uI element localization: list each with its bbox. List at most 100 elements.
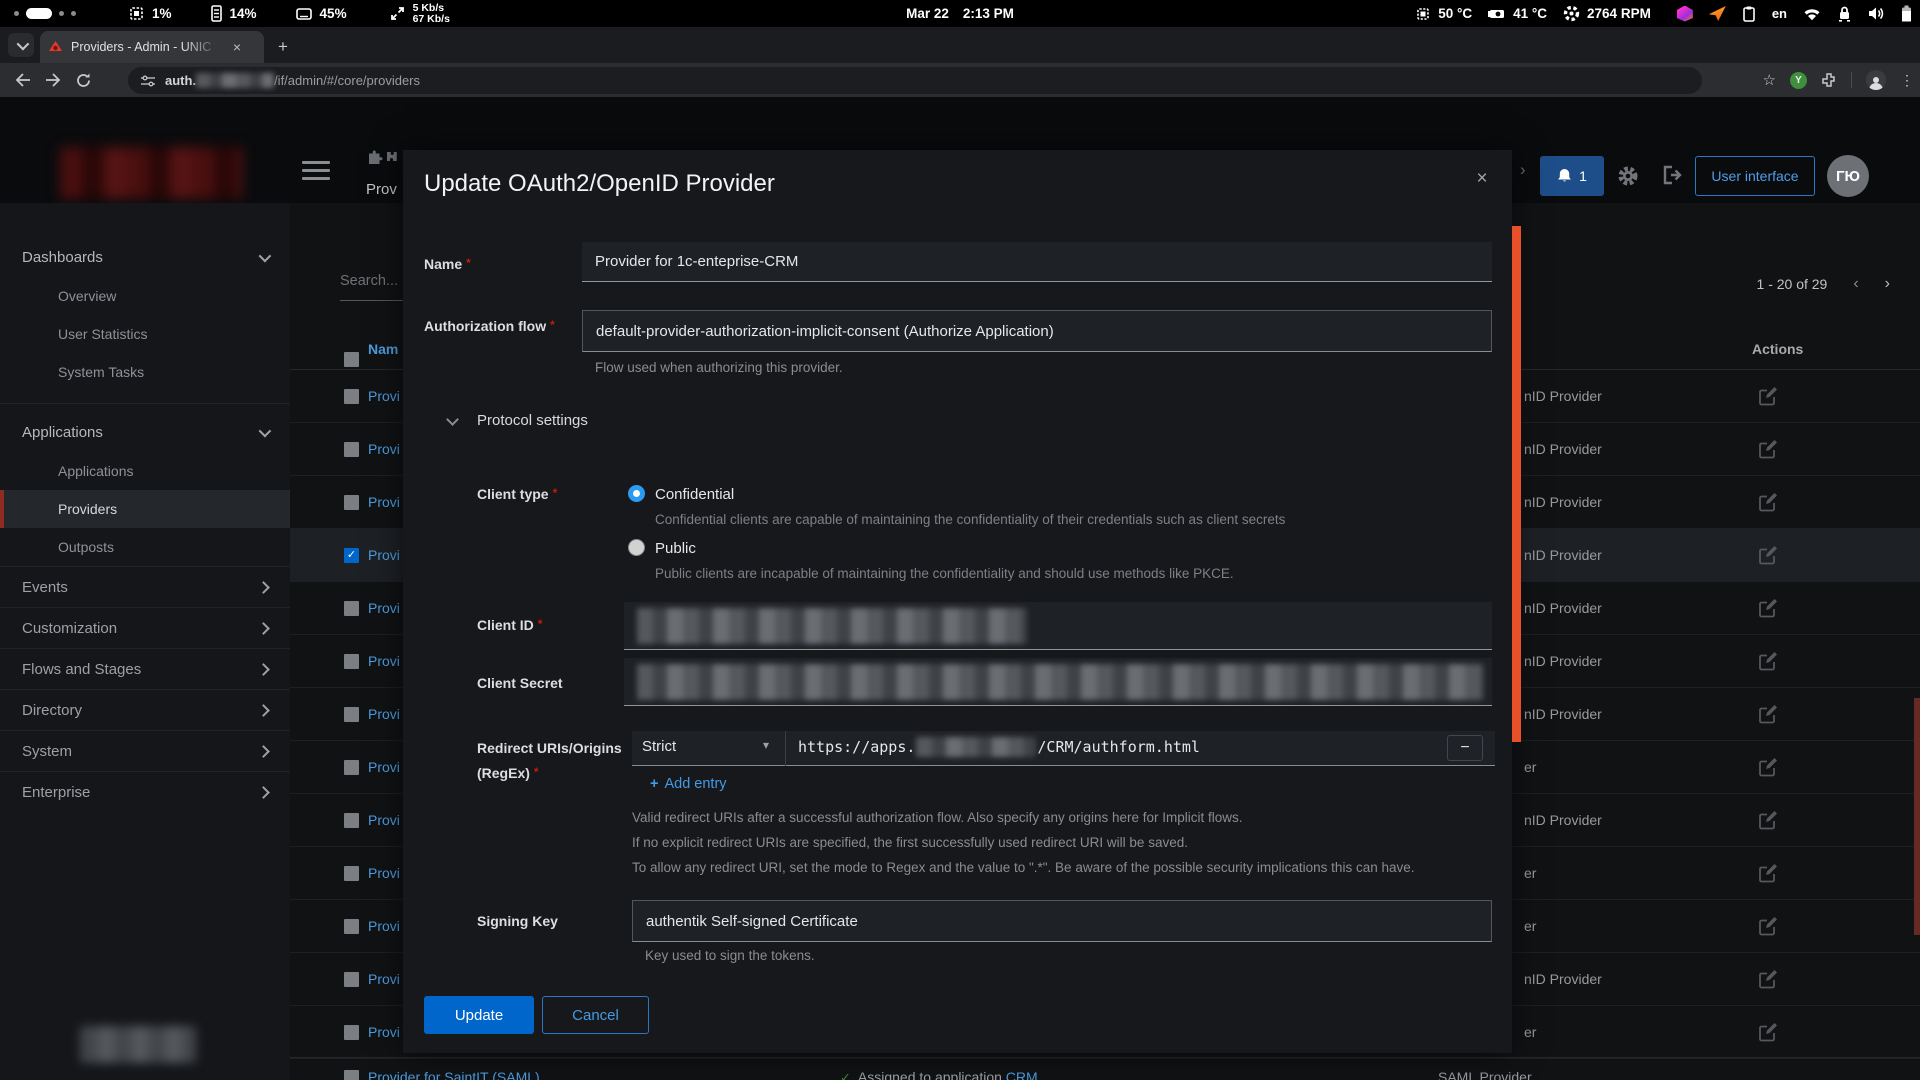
- provider-name-link-fragment[interactable]: Provi: [368, 865, 400, 881]
- next-page-icon[interactable]: ›: [1885, 275, 1890, 293]
- sidebar-item-events[interactable]: Events: [0, 566, 290, 607]
- page-scrollbar-thumb[interactable]: [1914, 698, 1920, 935]
- provider-name-link-fragment[interactable]: Provi: [368, 971, 400, 987]
- row-checkbox[interactable]: [344, 442, 359, 457]
- provider-name-link-fragment[interactable]: Provi: [368, 653, 400, 669]
- row-checkbox[interactable]: [344, 1025, 359, 1040]
- name-column-header-fragment[interactable]: Nam: [368, 341, 398, 357]
- provider-name-link[interactable]: Provider for SaintIT (SAML): [368, 1069, 540, 1080]
- sidebar-item-customization[interactable]: Customization: [0, 607, 290, 648]
- cpu-temp[interactable]: 50 °C: [1415, 6, 1472, 22]
- forward-button[interactable]: [38, 72, 68, 88]
- row-checkbox[interactable]: [344, 1070, 359, 1080]
- provider-name-link-fragment[interactable]: Provi: [368, 1024, 400, 1040]
- sidebar-item-directory[interactable]: Directory: [0, 689, 290, 730]
- previous-page-icon[interactable]: ‹: [1853, 275, 1858, 293]
- disk-usage[interactable]: 45%: [295, 6, 347, 22]
- provider-name-link-fragment[interactable]: Provi: [368, 918, 400, 934]
- edit-icon[interactable]: [1758, 757, 1778, 777]
- sidebar-toggle-hamburger-icon[interactable]: [302, 161, 330, 181]
- public-radio-label[interactable]: Public: [655, 540, 696, 557]
- cancel-button[interactable]: Cancel: [542, 996, 649, 1034]
- clipboard-icon[interactable]: [1742, 5, 1756, 22]
- keyboard-layout[interactable]: en: [1772, 6, 1787, 21]
- edit-icon[interactable]: [1758, 916, 1778, 936]
- gpu-temp[interactable]: 41 °C: [1488, 6, 1547, 21]
- edit-icon[interactable]: [1758, 863, 1778, 883]
- edit-icon[interactable]: [1758, 386, 1778, 406]
- sidebar-item-applications[interactable]: Applications: [0, 452, 290, 490]
- modal-close-icon[interactable]: ×: [1470, 168, 1494, 190]
- workspace-switcher[interactable]: [14, 8, 76, 19]
- row-checkbox[interactable]: [344, 707, 359, 722]
- settings-gear-icon[interactable]: [1616, 164, 1640, 188]
- new-tab-button[interactable]: +: [278, 37, 288, 57]
- back-button[interactable]: [8, 72, 38, 88]
- extensions-puzzle-icon[interactable]: [1821, 72, 1837, 88]
- url-bar[interactable]: auth. /if/admin/#/core/providers: [128, 67, 1702, 94]
- edit-icon[interactable]: [1758, 704, 1778, 724]
- tab-search-button[interactable]: [8, 33, 34, 57]
- battery-icon[interactable]: [1901, 5, 1912, 22]
- protocol-settings-section-toggle[interactable]: Protocol settings: [477, 412, 588, 429]
- name-input[interactable]: Provider for 1c-enteprise-CRM: [582, 242, 1492, 282]
- provider-name-link-fragment[interactable]: Provi: [368, 812, 400, 828]
- redirect-uri-input[interactable]: https://apps./CRM/authform.html: [798, 737, 1200, 757]
- confidential-radio-label[interactable]: Confidential: [655, 486, 734, 503]
- remove-entry-button[interactable]: −: [1447, 735, 1483, 761]
- edit-icon[interactable]: [1758, 545, 1778, 565]
- cpu-usage[interactable]: 1%: [128, 5, 172, 22]
- sidebar-item-system[interactable]: System: [0, 730, 290, 771]
- authorization-flow-select[interactable]: default-provider-authorization-implicit-…: [582, 310, 1492, 352]
- modal-scrollbar-thumb[interactable]: [1512, 226, 1521, 742]
- row-checkbox[interactable]: [344, 760, 359, 775]
- edit-icon[interactable]: [1758, 1022, 1778, 1042]
- network-usage[interactable]: 5 Kb/s67 Kb/s: [389, 3, 450, 25]
- fan-speed[interactable]: 2764 RPM: [1563, 5, 1651, 22]
- wifi-icon[interactable]: [1803, 7, 1821, 21]
- row-checkbox[interactable]: [344, 866, 359, 881]
- row-checkbox[interactable]: ✓: [344, 548, 359, 563]
- provider-name-link-fragment[interactable]: Provi: [368, 494, 400, 510]
- row-checkbox[interactable]: [344, 813, 359, 828]
- sidebar-item-providers[interactable]: Providers: [0, 490, 290, 528]
- bookmark-star-icon[interactable]: ☆: [1763, 71, 1776, 89]
- public-radio[interactable]: [628, 539, 645, 556]
- row-checkbox[interactable]: [344, 601, 359, 616]
- row-checkbox[interactable]: [344, 389, 359, 404]
- select-all-checkbox[interactable]: [344, 352, 359, 367]
- row-checkbox[interactable]: [344, 654, 359, 669]
- row-checkbox[interactable]: [344, 495, 359, 510]
- extension-badge-icon[interactable]: Y: [1790, 72, 1807, 89]
- row-checkbox[interactable]: [344, 972, 359, 987]
- sidebar-section-dashboards[interactable]: Dashboards: [0, 237, 290, 277]
- provider-name-link-fragment[interactable]: Provi: [368, 759, 400, 775]
- browser-tab[interactable]: Providers - Admin - UNIC ×: [40, 31, 264, 63]
- user-interface-button[interactable]: User interface: [1695, 156, 1815, 196]
- user-avatar[interactable]: ГЮ: [1827, 155, 1869, 197]
- update-button[interactable]: Update: [424, 996, 534, 1034]
- sidebar-item-user-statistics[interactable]: User Statistics: [0, 315, 290, 353]
- edit-icon[interactable]: [1758, 439, 1778, 459]
- sidebar-item-outposts[interactable]: Outposts: [0, 528, 290, 566]
- volume-icon[interactable]: [1868, 6, 1885, 21]
- matching-mode-select[interactable]: Strict: [642, 738, 676, 755]
- ram-usage[interactable]: 14%: [210, 5, 257, 22]
- client-id-input[interactable]: [624, 602, 1492, 650]
- tray-app-icon-1[interactable]: [1677, 6, 1693, 22]
- sidebar-item-enterprise[interactable]: Enterprise: [0, 771, 290, 812]
- provider-name-link-fragment[interactable]: Provi: [368, 706, 400, 722]
- add-entry-button[interactable]: +Add entry: [650, 776, 727, 792]
- sidebar-item-overview[interactable]: Overview: [0, 277, 290, 315]
- screen-lock-icon[interactable]: [1837, 5, 1852, 22]
- sidebar-item-system-tasks[interactable]: System Tasks: [0, 353, 290, 391]
- confidential-radio[interactable]: [628, 485, 645, 502]
- provider-name-link-fragment[interactable]: Provi: [368, 600, 400, 616]
- reload-button[interactable]: [68, 72, 98, 89]
- edit-icon[interactable]: [1758, 598, 1778, 618]
- browser-profile-avatar[interactable]: [1866, 70, 1886, 90]
- provider-name-link-fragment[interactable]: Provi: [368, 441, 400, 457]
- brand-logo-redacted[interactable]: [60, 147, 242, 199]
- sidebar-section-applications[interactable]: Applications: [0, 412, 290, 452]
- chevron-down-icon[interactable]: [446, 413, 459, 426]
